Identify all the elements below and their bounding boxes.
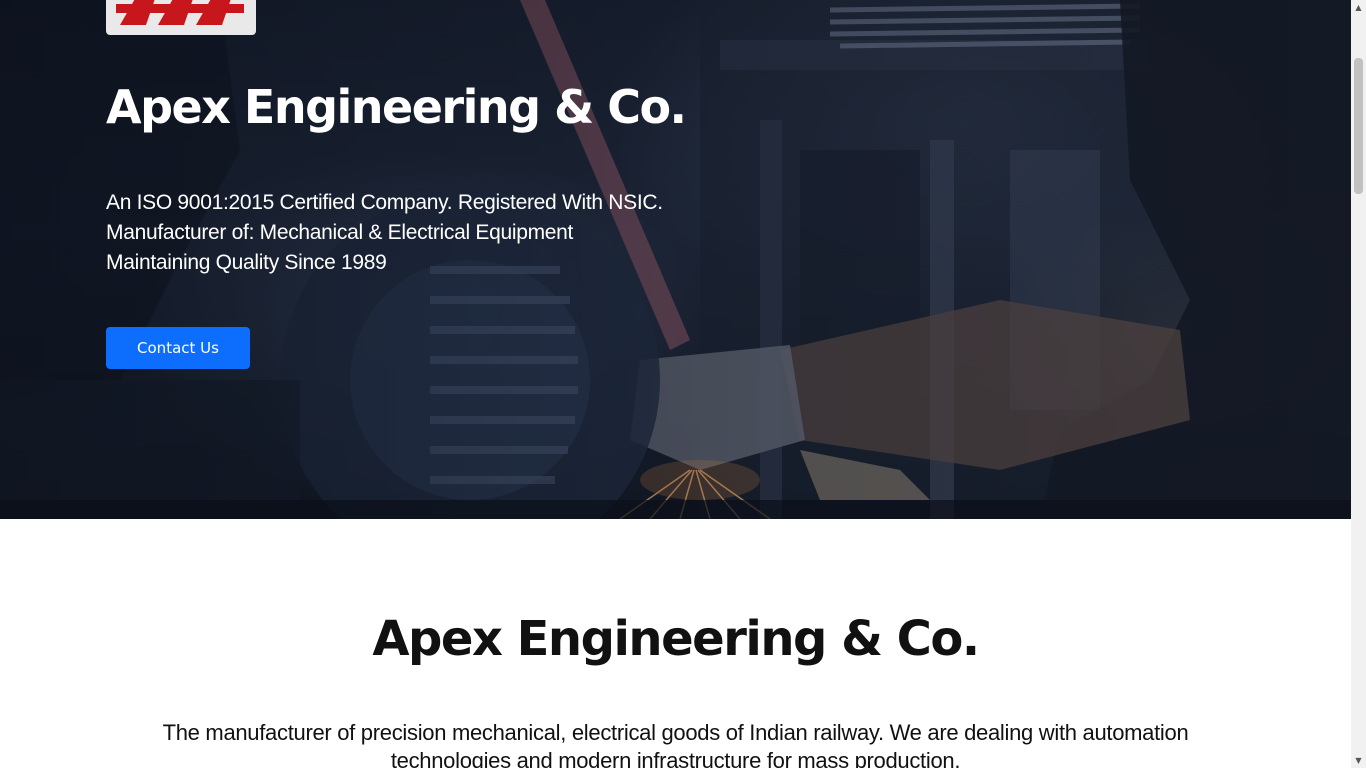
apex-logo[interactable]	[106, 0, 256, 35]
about-section: Apex Engineering & Co. The manufacturer …	[0, 519, 1351, 768]
scrollbar-thumb[interactable]	[1354, 58, 1363, 194]
hero-tagline-line: An ISO 9001:2015 Certified Company. Regi…	[106, 191, 663, 214]
triangle-down-icon[interactable]: ▼	[1351, 753, 1366, 768]
hero-tagline-line: Maintaining Quality Since 1989	[106, 251, 387, 274]
hero-section: Apex Engineering & Co. An ISO 9001:2015 …	[0, 0, 1351, 519]
hero-tagline-line: Manufacturer of: Mechanical & Electrical…	[106, 221, 574, 244]
contact-us-button[interactable]: Contact Us	[106, 327, 250, 369]
triangle-up-icon[interactable]: ▲	[1351, 0, 1366, 15]
logo-mark-icon	[116, 0, 244, 25]
hero-tagline-list: An ISO 9001:2015 Certified Company. Regi…	[106, 188, 663, 278]
page-scrollbar[interactable]: ▲ ▼	[1351, 0, 1366, 768]
about-description: The manufacturer of precision mechanical…	[162, 720, 1189, 768]
hero-title: Apex Engineering & Co.	[106, 80, 687, 134]
about-title: Apex Engineering & Co.	[372, 611, 980, 667]
